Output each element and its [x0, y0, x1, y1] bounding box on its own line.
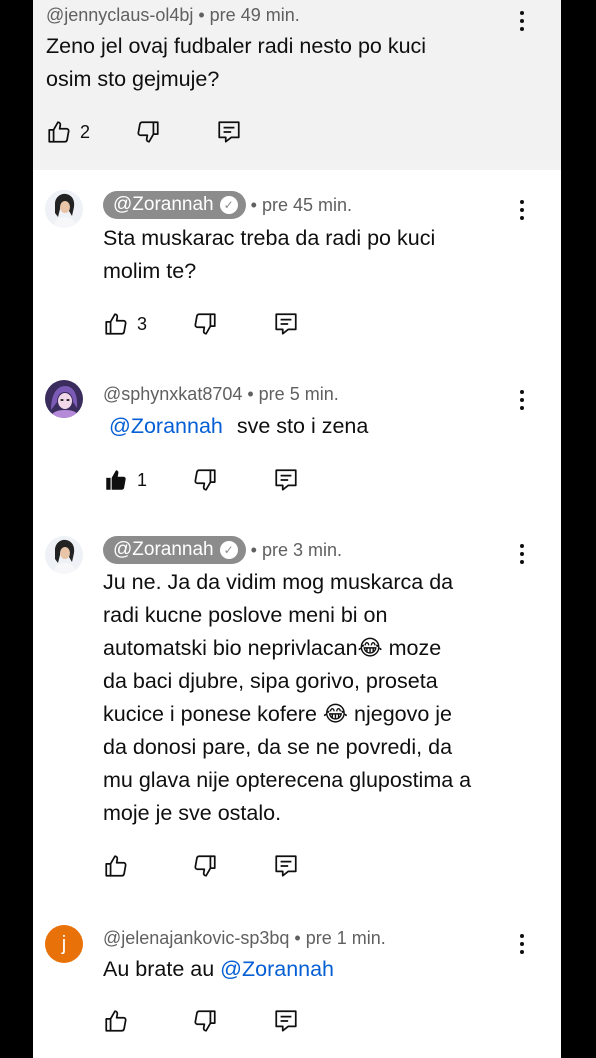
thumbs-down-icon [192, 853, 218, 879]
dislike-button[interactable] [192, 466, 218, 494]
like-button[interactable] [103, 1007, 129, 1035]
like-count: 3 [137, 313, 148, 334]
like-button[interactable]: 3 [103, 310, 147, 338]
like-button[interactable]: 2 [46, 118, 90, 146]
reply-icon [216, 119, 242, 145]
thumbs-down-icon [192, 311, 218, 337]
reply-icon [273, 1008, 299, 1034]
thumbs-down-icon [192, 1008, 218, 1034]
author-handle: @Zorannah [113, 194, 214, 215]
comment-text: Ju ne. Ja da vidim mog muskarca da radi … [103, 570, 472, 825]
comment-actions: 3 [103, 310, 403, 338]
comment-actions: 1 [103, 466, 403, 494]
comment-thread-item: j @jelenajankovic-sp3bq • pre 1 min. Au … [33, 910, 561, 1058]
more-options-icon[interactable] [515, 932, 529, 956]
dislike-button[interactable] [135, 118, 161, 146]
dislike-button[interactable] [192, 310, 218, 338]
comments-screen: @jennyclaus-ol4bj • pre 49 min. Zeno jel… [33, 0, 561, 1058]
avatar-image [45, 190, 83, 228]
reply-icon [273, 311, 299, 337]
author-chip[interactable]: @Zorannah ✓ [103, 191, 246, 219]
author-handle: @Zorannah [113, 539, 214, 560]
comment-text: @Zorannah sve sto i zena [109, 414, 369, 438]
reply-button[interactable] [273, 1007, 299, 1035]
reply-button[interactable] [216, 118, 242, 146]
avatar-letter: j [61, 932, 67, 955]
reply-button[interactable] [273, 310, 299, 338]
author-handle[interactable]: @jennyclaus-ol4bj [46, 5, 193, 26]
comment-time: pre 3 min. [261, 539, 342, 560]
comment-thread-item: @jennyclaus-ol4bj • pre 49 min. Zeno jel… [33, 0, 561, 170]
comment-time: pre 1 min. [305, 928, 386, 948]
thumbs-down-icon [135, 119, 161, 145]
like-count: 1 [137, 469, 148, 490]
dislike-button[interactable] [192, 852, 218, 880]
reply-button[interactable] [273, 852, 299, 880]
thumbs-down-icon [192, 467, 218, 493]
avatar[interactable]: j [45, 925, 83, 963]
avatar-image [45, 380, 83, 418]
like-button[interactable]: 1 [103, 466, 147, 494]
comment-thread-item: @Zorannah ✓ • pre 45 min. Sta muskarac t… [33, 170, 561, 360]
thumbs-up-filled-icon [103, 467, 129, 493]
comment-thread-item: @Zorannah ✓ • pre 3 min. Ju ne. Ja da vi… [33, 520, 561, 910]
avatar[interactable] [45, 536, 83, 574]
more-options-icon[interactable] [515, 198, 529, 222]
avatar-image [45, 536, 83, 574]
comment-time: pre 49 min. [209, 5, 300, 25]
dislike-button[interactable] [192, 1007, 218, 1035]
thumbs-up-icon [103, 853, 129, 879]
author-handle[interactable]: @jelenajankovic-sp3bq [103, 928, 289, 949]
more-options-icon[interactable] [515, 9, 529, 33]
reply-button[interactable] [273, 466, 299, 494]
thumbs-up-icon [103, 311, 129, 337]
author-chip[interactable]: @Zorannah ✓ [103, 536, 246, 564]
comment-meta: @Zorannah ✓ • pre 3 min. [103, 536, 342, 564]
mention-link[interactable]: @Zorannah [220, 957, 334, 981]
comment-text: Au brate au @Zorannah [103, 957, 335, 981]
comment-meta: @sphynxkat8704 • pre 5 min. [103, 384, 339, 405]
check-badge-icon: ✓ [219, 541, 238, 559]
reply-icon [273, 853, 299, 879]
comment-actions [103, 852, 403, 880]
more-options-icon[interactable] [515, 542, 529, 566]
avatar[interactable] [45, 190, 83, 228]
like-count: 2 [80, 121, 91, 142]
more-options-icon[interactable] [515, 388, 529, 412]
comment-actions [103, 1007, 403, 1035]
comment-text: Sta muskarac treba da radi po kuci molim… [103, 226, 436, 283]
comment-text: Zeno jel ovaj fudbaler radi nesto po kuc… [46, 34, 427, 91]
comment-actions: 2 [46, 118, 346, 146]
thumbs-up-icon [103, 1008, 129, 1034]
comment-thread-item: @sphynxkat8704 • pre 5 min. @Zorannah sv… [33, 360, 561, 520]
comment-meta: @jennyclaus-ol4bj • pre 49 min. [46, 5, 300, 26]
comment-meta: @Zorannah ✓ • pre 45 min. [103, 191, 352, 219]
thumbs-up-icon [46, 119, 72, 145]
avatar[interactable] [45, 380, 83, 418]
check-badge-icon: ✓ [219, 196, 238, 214]
comment-time: pre 45 min. [261, 194, 352, 215]
comment-time: pre 5 min. [258, 384, 339, 404]
mention-link[interactable]: @Zorannah [109, 414, 223, 438]
like-button[interactable] [103, 852, 129, 880]
author-handle[interactable]: @sphynxkat8704 [103, 384, 242, 405]
comment-meta: @jelenajankovic-sp3bq • pre 1 min. [103, 928, 386, 949]
reply-icon [273, 467, 299, 493]
